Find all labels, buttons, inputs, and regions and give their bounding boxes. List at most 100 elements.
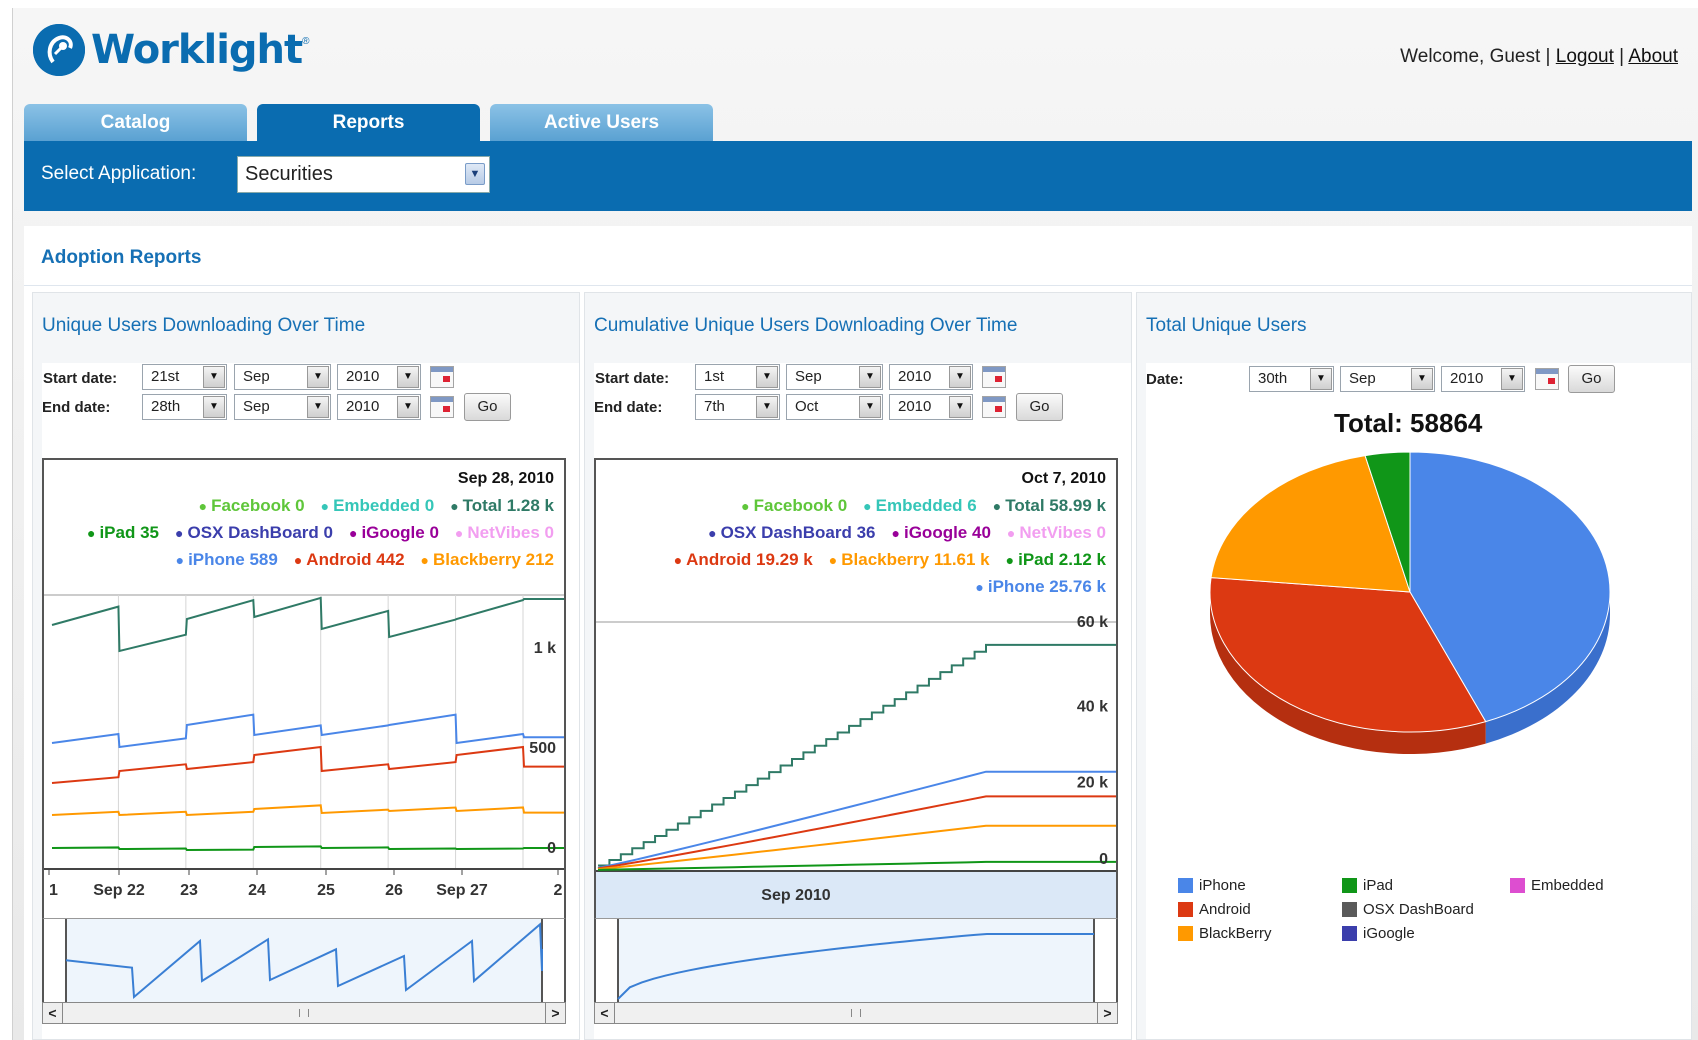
total-users-value: Total: 58864 bbox=[1334, 408, 1483, 438]
x-tick-label: Sep 22 bbox=[93, 882, 145, 899]
tab-active-users[interactable]: Active Users bbox=[490, 104, 713, 141]
chevron-down-icon[interactable]: ▼ bbox=[756, 366, 778, 388]
pie-legend-item[interactable]: Android bbox=[1178, 901, 1251, 918]
scroll-right-icon[interactable]: > bbox=[545, 1003, 565, 1023]
date-year-select[interactable]: 2010 ▼ bbox=[1441, 366, 1525, 392]
tab-catalog[interactable]: Catalog bbox=[24, 104, 247, 141]
start-month-select[interactable]: Sep ▼ bbox=[786, 364, 883, 390]
chevron-down-icon[interactable]: ▼ bbox=[1310, 368, 1332, 390]
series-line-iphone bbox=[51, 713, 564, 749]
tab-reports[interactable]: Reports bbox=[257, 104, 480, 141]
y-tick-label: 500 bbox=[529, 740, 556, 757]
legend-swatch-icon bbox=[1178, 878, 1193, 893]
date-day-value: 30th bbox=[1258, 370, 1288, 387]
pie-legend-item[interactable]: iPhone bbox=[1178, 877, 1246, 894]
chart-unique-users[interactable]: Sep 28, 2010 ● Facebook 0 ● Embedded 0 ● Tota… bbox=[42, 458, 566, 920]
application-select[interactable]: Securities ▼ bbox=[237, 156, 490, 193]
series-line-iphone bbox=[597, 770, 1116, 870]
chart-scrollbar[interactable]: < > bbox=[42, 1002, 566, 1024]
pie-legend-item[interactable]: Embedded bbox=[1510, 877, 1604, 894]
start-month-value: Sep bbox=[243, 368, 270, 385]
start-month-select[interactable]: Sep ▼ bbox=[234, 364, 331, 390]
legend-swatch-icon bbox=[1342, 902, 1357, 917]
scroll-left-icon[interactable]: < bbox=[43, 1003, 63, 1023]
start-year-select[interactable]: 2010 ▼ bbox=[889, 364, 973, 390]
calendar-icon[interactable] bbox=[430, 366, 454, 388]
go-button[interactable]: Go bbox=[464, 393, 511, 421]
logout-link[interactable]: Logout bbox=[1556, 46, 1614, 67]
start-year-select[interactable]: 2010 ▼ bbox=[337, 364, 421, 390]
logo-mark-icon bbox=[33, 24, 85, 76]
end-date-label: End date: bbox=[594, 399, 663, 416]
chevron-down-icon[interactable]: ▼ bbox=[307, 396, 329, 418]
chart-cumulative-users[interactable]: Oct 7, 2010 ● Facebook 0 ● Embedded 6 ● Total… bbox=[594, 458, 1118, 920]
y-tick-label: 40 k bbox=[1077, 698, 1108, 715]
pie-legend-item[interactable]: iGoogle bbox=[1342, 925, 1415, 942]
end-month-value: Sep bbox=[243, 398, 270, 415]
chevron-down-icon[interactable]: ▼ bbox=[203, 366, 225, 388]
panel-title: Cumulative Unique Users Downloading Over… bbox=[594, 315, 1018, 336]
chevron-down-icon[interactable]: ▼ bbox=[949, 396, 971, 418]
brand-name: Worklight bbox=[91, 27, 303, 73]
x-tick-label: Sep 27 bbox=[436, 882, 488, 899]
end-month-select[interactable]: Sep ▼ bbox=[234, 394, 331, 420]
start-day-value: 1st bbox=[704, 368, 725, 385]
end-year-select[interactable]: 2010 ▼ bbox=[337, 394, 421, 420]
range-navigator[interactable] bbox=[594, 918, 1118, 1006]
chevron-down-icon[interactable]: ▼ bbox=[756, 396, 778, 418]
date-day-select[interactable]: 30th ▼ bbox=[1249, 366, 1334, 392]
chevron-down-icon[interactable]: ▼ bbox=[1501, 368, 1523, 390]
chevron-down-icon[interactable]: ▼ bbox=[203, 396, 225, 418]
series-line-total bbox=[51, 596, 564, 653]
series-line-ipad bbox=[51, 845, 564, 852]
range-navigator[interactable] bbox=[42, 918, 566, 1006]
end-day-select[interactable]: 7th ▼ bbox=[695, 394, 780, 420]
end-day-value: 7th bbox=[704, 398, 725, 415]
scroll-grip-icon[interactable] bbox=[299, 1009, 309, 1017]
chevron-down-icon[interactable]: ▼ bbox=[1411, 368, 1433, 390]
line-chart-svg: 60 k 40 k 20 k 0 Sep 2010 bbox=[596, 614, 1116, 918]
calendar-icon[interactable] bbox=[430, 396, 454, 418]
chevron-down-icon[interactable]: ▼ bbox=[859, 366, 881, 388]
end-day-select[interactable]: 28th ▼ bbox=[142, 394, 227, 420]
x-axis-band bbox=[596, 872, 1116, 918]
chevron-down-icon[interactable]: ▼ bbox=[465, 163, 485, 185]
about-link[interactable]: About bbox=[1628, 46, 1678, 67]
x-tick-label: 23 bbox=[180, 882, 198, 899]
chart-scrollbar[interactable]: < > bbox=[594, 1002, 1118, 1024]
go-button[interactable]: Go bbox=[1568, 365, 1615, 393]
end-month-value: Oct bbox=[795, 398, 819, 415]
y-tick-label: 0 bbox=[547, 840, 556, 857]
series-line-total bbox=[598, 643, 1116, 867]
scroll-right-icon[interactable]: > bbox=[1097, 1003, 1117, 1023]
chevron-down-icon[interactable]: ▼ bbox=[397, 366, 419, 388]
navigator-window bbox=[618, 919, 1094, 1004]
application-bar: Select Application: Securities ▼ bbox=[24, 141, 1692, 211]
chevron-down-icon[interactable]: ▼ bbox=[307, 366, 329, 388]
scroll-grip-icon[interactable] bbox=[851, 1009, 861, 1017]
x-tick-label: 25 bbox=[317, 882, 335, 899]
pie-legend-item[interactable]: BlackBerry bbox=[1178, 925, 1272, 942]
navigator-svg bbox=[617, 919, 1095, 1004]
application-select-value: Securities bbox=[245, 163, 333, 185]
worklight-logo[interactable]: Worklight ® bbox=[33, 22, 310, 78]
pie-chart-svg[interactable] bbox=[1146, 440, 1686, 860]
chevron-down-icon[interactable]: ▼ bbox=[859, 396, 881, 418]
calendar-icon[interactable] bbox=[1535, 368, 1559, 390]
chevron-down-icon[interactable]: ▼ bbox=[949, 366, 971, 388]
scroll-left-icon[interactable]: < bbox=[595, 1003, 615, 1023]
end-month-select[interactable]: Oct ▼ bbox=[786, 394, 883, 420]
end-day-value: 28th bbox=[151, 398, 181, 415]
panel-title: Total Unique Users bbox=[1146, 315, 1307, 336]
pie-legend-item[interactable]: OSX DashBoard bbox=[1342, 901, 1474, 918]
chevron-down-icon[interactable]: ▼ bbox=[397, 396, 419, 418]
start-date-label: Start date: bbox=[43, 370, 118, 387]
date-month-select[interactable]: Sep ▼ bbox=[1340, 366, 1435, 392]
start-day-select[interactable]: 1st ▼ bbox=[695, 364, 780, 390]
go-button[interactable]: Go bbox=[1016, 393, 1063, 421]
start-day-select[interactable]: 21st ▼ bbox=[142, 364, 227, 390]
pie-legend-item[interactable]: iPad bbox=[1342, 877, 1393, 894]
calendar-icon[interactable] bbox=[982, 366, 1006, 388]
calendar-icon[interactable] bbox=[982, 396, 1006, 418]
end-year-select[interactable]: 2010 ▼ bbox=[889, 394, 973, 420]
